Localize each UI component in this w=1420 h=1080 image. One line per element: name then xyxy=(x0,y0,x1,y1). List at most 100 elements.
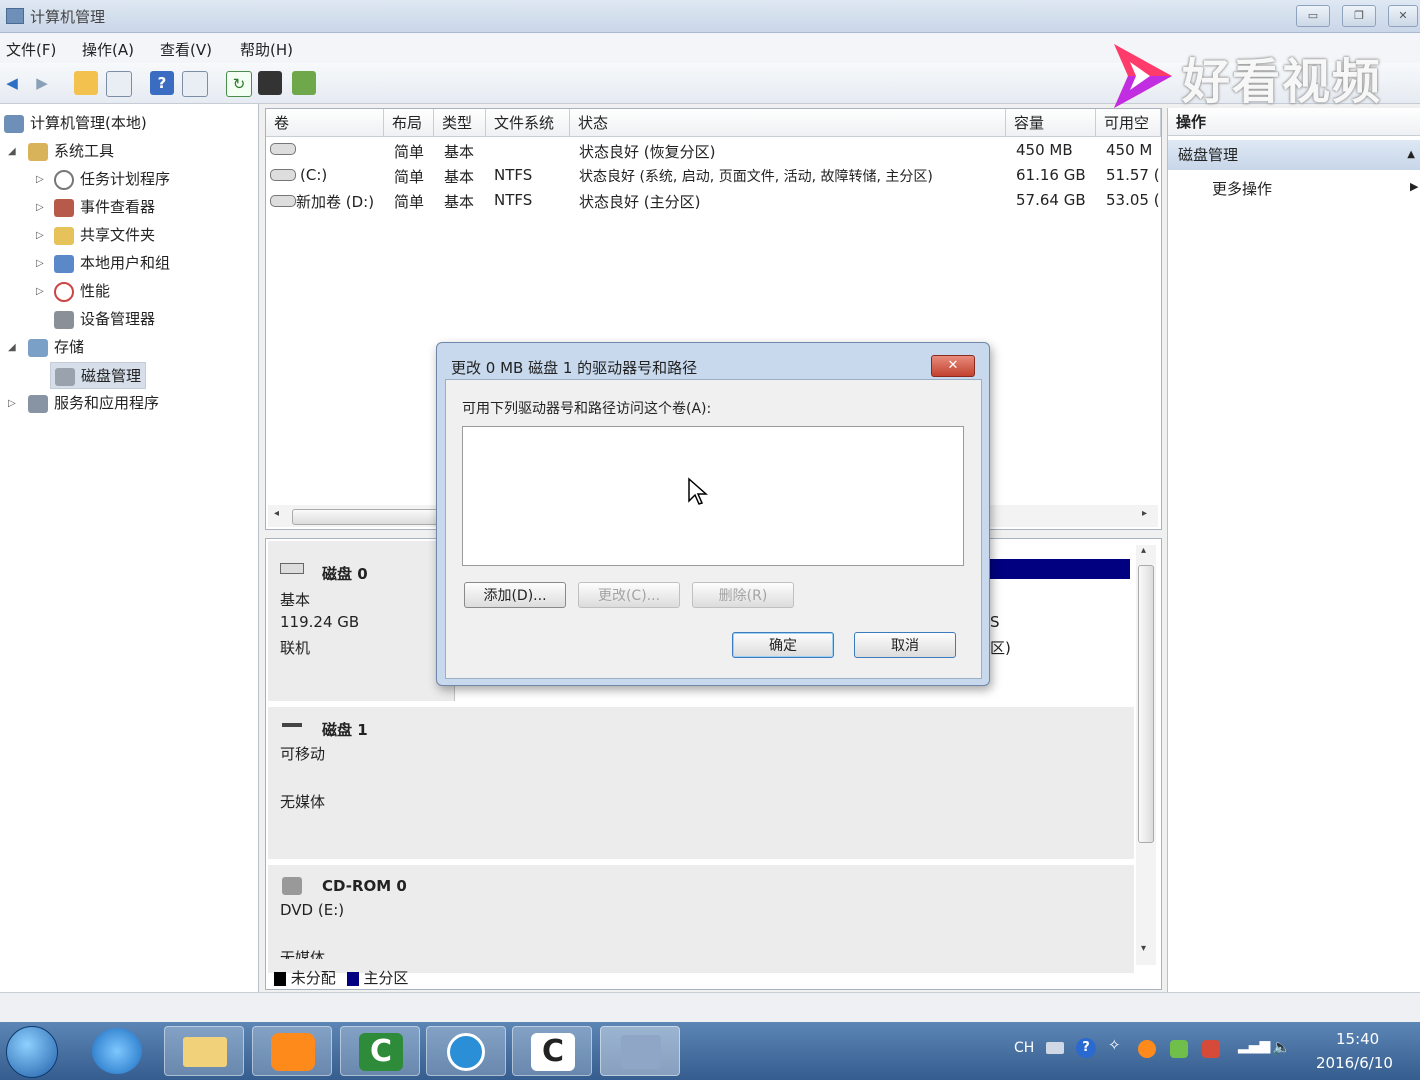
tray-app-icon[interactable] xyxy=(1138,1040,1156,1058)
disk-type: 可移动 xyxy=(280,745,326,763)
drive-path-listbox[interactable] xyxy=(462,426,964,566)
wifi-signal-icon[interactable]: ▂▄▆ xyxy=(1238,1038,1270,1054)
refresh-icon[interactable]: ↻ xyxy=(226,71,252,97)
dialog-title: 更改 0 MB 磁盘 1 的驱动器号和路径 xyxy=(451,359,698,377)
collapsed-arrow-icon[interactable]: ▷ xyxy=(36,286,44,297)
disk-type: 基本 xyxy=(280,591,311,609)
close-button[interactable]: ✕ xyxy=(1388,5,1418,27)
tree-item-shared-folders[interactable]: 共享文件夹 xyxy=(54,224,155,245)
dialog-close-button[interactable]: ✕ xyxy=(931,355,975,377)
expanded-arrow-icon[interactable]: ◢ xyxy=(8,342,16,353)
tree-item-device-manager[interactable]: 设备管理器 xyxy=(54,308,155,329)
tree-root[interactable]: 计算机管理(本地) xyxy=(4,112,147,133)
ie-browser-icon[interactable] xyxy=(92,1028,142,1074)
disk-1-info[interactable]: 磁盘 1 可移动 无媒体 xyxy=(268,707,455,859)
cell-free: 51.57 ( xyxy=(1106,166,1160,184)
clock-date[interactable]: 2016/6/10 xyxy=(1316,1054,1393,1072)
collapsed-arrow-icon[interactable]: ▷ xyxy=(36,230,44,241)
column-header-free[interactable]: 可用空 xyxy=(1096,109,1161,137)
cancel-button[interactable]: 取消 xyxy=(854,632,956,658)
users-icon xyxy=(54,254,74,273)
change-button[interactable]: 更改(C)... xyxy=(578,582,680,608)
tree-item-local-users[interactable]: 本地用户和组 xyxy=(54,252,170,273)
column-header-volume[interactable]: 卷 xyxy=(266,109,384,137)
collapsed-arrow-icon[interactable]: ▷ xyxy=(36,258,44,269)
disk-wizard-icon[interactable] xyxy=(292,71,316,95)
primary-partition-bar[interactable] xyxy=(986,559,1130,579)
start-button[interactable] xyxy=(6,1026,58,1078)
legend: 未分配 主分区 xyxy=(274,967,408,988)
maximize-button[interactable]: ❐ xyxy=(1342,5,1376,27)
partition-label-fragment: 区) xyxy=(990,639,1011,657)
more-actions-item[interactable]: 更多操作 xyxy=(1212,178,1272,199)
tree-label: 性能 xyxy=(80,282,111,300)
minimize-button[interactable]: ▭ xyxy=(1296,5,1330,27)
scroll-down-icon[interactable]: ▾ xyxy=(1141,943,1146,954)
taskbar-computer-management[interactable] xyxy=(600,1026,680,1076)
remove-button[interactable]: 删除(R) xyxy=(692,582,794,608)
cell-capacity: 450 MB xyxy=(1016,141,1073,159)
up-folder-icon[interactable] xyxy=(74,71,98,95)
volume-icon[interactable]: 🔈 xyxy=(1272,1038,1291,1056)
menu-help[interactable]: 帮助(H) xyxy=(240,39,293,60)
taskbar-app-c[interactable]: C xyxy=(512,1026,592,1076)
action-pane-icon[interactable] xyxy=(182,71,208,97)
column-header-filesystem[interactable]: 文件系统 xyxy=(486,109,570,137)
tree-item-task-scheduler[interactable]: 任务计划程序 xyxy=(54,168,170,190)
help-tray-icon[interactable]: ? xyxy=(1076,1038,1096,1058)
tree-item-services-apps[interactable]: 服务和应用程序 xyxy=(28,392,159,413)
column-header-type[interactable]: 类型 xyxy=(434,109,486,137)
tree-item-storage[interactable]: 存储 xyxy=(28,336,84,357)
disk-0-info[interactable]: 磁盘 0 基本 119.24 GB 联机 xyxy=(268,541,455,701)
forward-arrow-icon[interactable]: ▶ xyxy=(30,71,54,95)
scroll-thumb[interactable] xyxy=(1138,565,1154,843)
expanded-arrow-icon[interactable]: ◢ xyxy=(8,146,16,157)
tray-app-icon[interactable] xyxy=(1170,1040,1188,1058)
disk-type: DVD (E:) xyxy=(280,901,345,919)
cdrom-empty-area xyxy=(454,865,1134,973)
scroll-right-icon[interactable]: ▸ xyxy=(1142,508,1147,519)
taskbar-explorer[interactable] xyxy=(164,1026,244,1076)
title-bar: 计算机管理 ▭ ❐ ✕ xyxy=(0,0,1420,33)
tree-item-performance[interactable]: 性能 xyxy=(54,280,110,302)
cell-capacity: 57.64 GB xyxy=(1016,191,1086,209)
menu-file[interactable]: 文件(F) xyxy=(6,39,56,60)
vertical-scrollbar[interactable]: ▴ ▾ xyxy=(1136,545,1156,965)
back-arrow-icon[interactable]: ◀ xyxy=(0,71,24,95)
clock-time[interactable]: 15:40 xyxy=(1336,1030,1379,1048)
app-c-icon: C xyxy=(359,1033,403,1071)
collapsed-arrow-icon[interactable]: ▷ xyxy=(36,202,44,213)
cell-layout: 简单 xyxy=(394,143,425,161)
tree-item-system-tools[interactable]: 系统工具 xyxy=(28,140,114,161)
keyboard-icon[interactable] xyxy=(1046,1042,1064,1054)
menu-view[interactable]: 查看(V) xyxy=(160,39,212,60)
status-bar xyxy=(0,992,1420,1023)
menu-action[interactable]: 操作(A) xyxy=(82,39,134,60)
clock-icon xyxy=(54,169,74,190)
properties-icon[interactable] xyxy=(258,71,282,95)
column-header-layout[interactable]: 布局 xyxy=(384,109,434,137)
collapse-arrow-icon[interactable]: ▲ xyxy=(1407,140,1415,170)
scroll-left-icon[interactable]: ◂ xyxy=(274,508,279,519)
console-tree-icon[interactable] xyxy=(106,71,132,97)
help-icon[interactable]: ? xyxy=(150,71,174,95)
cell-layout: 简单 xyxy=(394,168,425,186)
column-header-status[interactable]: 状态 xyxy=(570,109,1006,137)
ok-button[interactable]: 确定 xyxy=(732,632,834,658)
taskbar-app-blue[interactable] xyxy=(426,1026,506,1076)
language-indicator[interactable]: CH xyxy=(1014,1040,1034,1056)
taskbar-app-orange[interactable] xyxy=(252,1026,332,1076)
taskbar-app-green[interactable]: C xyxy=(340,1026,420,1076)
scroll-up-icon[interactable]: ▴ xyxy=(1141,545,1146,556)
scroll-thumb[interactable] xyxy=(292,509,444,525)
network-signal-icon[interactable]: ✧ xyxy=(1108,1036,1121,1054)
tree-item-event-viewer[interactable]: 事件查看器 xyxy=(54,196,155,217)
collapsed-arrow-icon[interactable]: ▷ xyxy=(36,174,44,185)
tray-app-icon[interactable] xyxy=(1202,1040,1220,1058)
column-header-capacity[interactable]: 容量 xyxy=(1006,109,1096,137)
collapsed-arrow-icon[interactable]: ▷ xyxy=(8,398,16,409)
tree-item-disk-management[interactable]: 磁盘管理 xyxy=(50,362,147,389)
add-button[interactable]: 添加(D)... xyxy=(464,582,566,608)
cdrom-0-info[interactable]: CD-ROM 0 DVD (E:) 无媒体 xyxy=(268,865,455,973)
actions-section-disk-management[interactable]: 磁盘管理 ▲ xyxy=(1168,140,1420,170)
